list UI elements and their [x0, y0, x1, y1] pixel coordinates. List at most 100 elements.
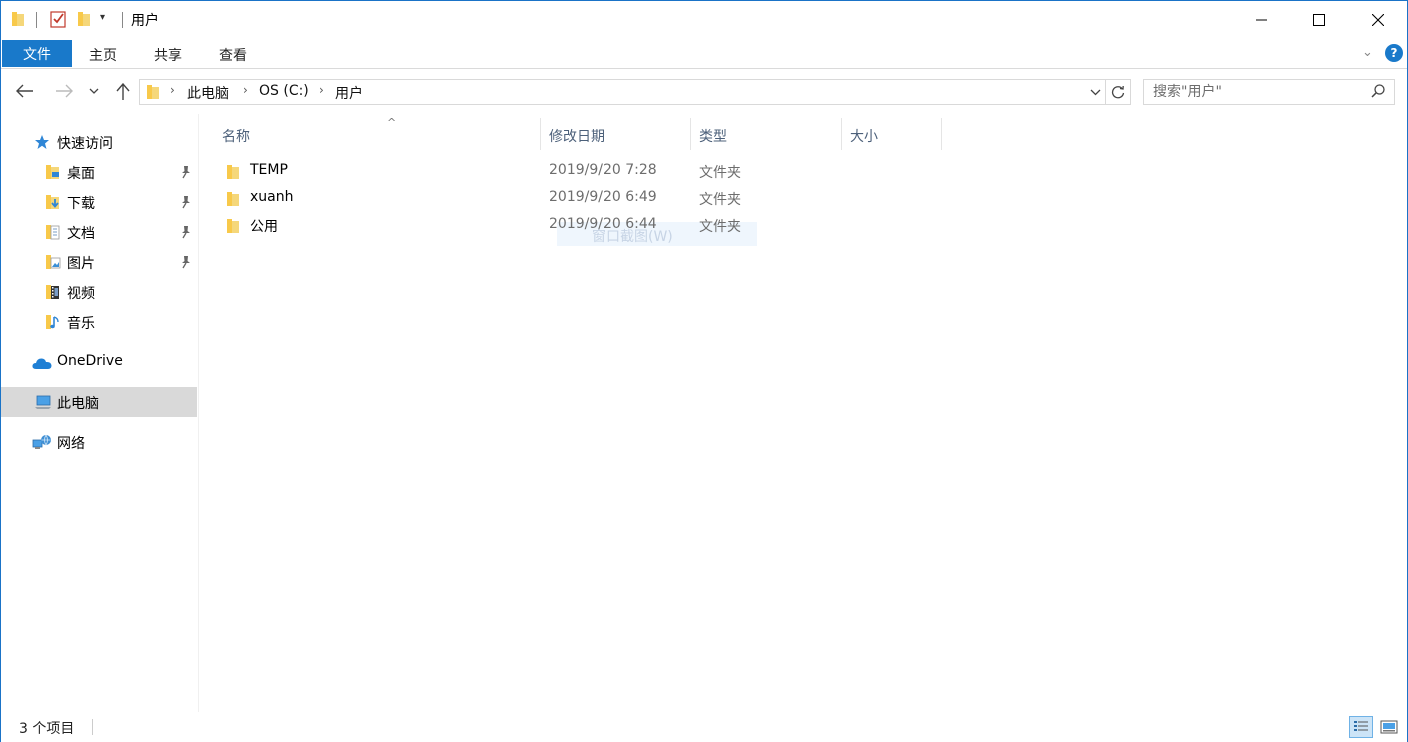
pin-icon[interactable] — [180, 195, 192, 209]
address-bar[interactable]: › 此电脑 › OS (C:) › 用户 — [139, 79, 1106, 105]
folder-icon — [227, 219, 239, 233]
help-icon[interactable]: ? — [1385, 44, 1403, 62]
search-input[interactable] — [1144, 80, 1364, 104]
sidebar-item-label: 此电脑 — [57, 396, 99, 412]
minimize-icon — [1256, 19, 1267, 21]
column-header-label: 大小 — [850, 129, 878, 145]
quick-access-separator — [36, 12, 37, 28]
maximize-button[interactable] — [1296, 1, 1342, 39]
tab-share[interactable]: 共享 — [154, 45, 182, 65]
sidebar-item-videos[interactable]: 视频 — [1, 277, 197, 307]
sidebar-item-documents[interactable]: 文档 — [1, 217, 197, 247]
file-name: 公用 — [250, 219, 278, 235]
close-button[interactable] — [1355, 1, 1401, 39]
sidebar-item-label: 文档 — [67, 226, 95, 242]
network-icon — [32, 434, 51, 449]
table-row[interactable]: 公用 2019/9/20 6:44 文件夹 — [218, 211, 758, 238]
column-header-name[interactable]: ^ 名称 — [214, 116, 541, 150]
breadcrumb-users[interactable]: 用户 — [335, 83, 363, 103]
navigation-bar: › 此电脑 › OS (C:) › 用户 — [1, 70, 1407, 114]
sidebar-item-label: 视频 — [67, 286, 95, 302]
videos-folder-icon — [46, 285, 59, 299]
pin-icon[interactable] — [180, 225, 192, 239]
sidebar-item-quick-access[interactable]: 快速访问 — [1, 127, 197, 157]
folder-icon[interactable] — [11, 11, 25, 27]
search-icon[interactable] — [1370, 83, 1386, 99]
sidebar-item-music[interactable]: 音乐 — [1, 307, 197, 337]
sidebar-item-this-pc[interactable]: 此电脑 — [1, 387, 197, 417]
pictures-folder-icon — [46, 255, 61, 269]
status-bar: 3 个项目 — [1, 712, 1407, 742]
search-box[interactable] — [1143, 79, 1395, 105]
sidebar-item-pictures[interactable]: 图片 — [1, 247, 197, 277]
tab-view[interactable]: 查看 — [219, 45, 247, 65]
file-type: 文件夹 — [699, 165, 741, 181]
file-name: TEMP — [250, 162, 288, 178]
refresh-icon — [1111, 85, 1125, 99]
navigation-pane: 快速访问 桌面 下载 文档 图片 视频 音乐 OneDrive 此电脑 网络 — [1, 114, 199, 712]
details-view-button[interactable] — [1349, 716, 1373, 738]
sidebar-item-onedrive[interactable]: OneDrive — [1, 347, 197, 377]
forward-arrow-icon[interactable] — [55, 84, 73, 98]
folder-icon — [227, 192, 239, 206]
breadcrumb-this-pc[interactable]: 此电脑 — [187, 83, 229, 103]
table-row[interactable]: TEMP 2019/9/20 7:28 文件夹 — [218, 157, 758, 184]
file-type: 文件夹 — [699, 192, 741, 208]
window-title: 用户 — [131, 13, 159, 29]
file-name: xuanh — [250, 189, 294, 205]
table-row[interactable]: xuanh 2019/9/20 6:49 文件夹 — [218, 184, 758, 211]
customize-quick-access-icon[interactable]: ▾ — [100, 12, 105, 23]
sidebar-item-label: 音乐 — [67, 316, 95, 332]
address-dropdown-chevron-icon[interactable] — [1090, 89, 1101, 96]
file-date: 2019/9/20 6:44 — [549, 216, 657, 232]
expand-ribbon-chevron-icon[interactable]: ⌄ — [1362, 45, 1373, 60]
details-view-icon — [1354, 721, 1368, 731]
refresh-button[interactable] — [1106, 79, 1131, 105]
properties-check-icon[interactable] — [50, 10, 67, 28]
new-folder-icon[interactable] — [77, 11, 91, 27]
column-header-size[interactable]: 大小 — [842, 118, 942, 150]
documents-folder-icon — [46, 225, 60, 240]
sidebar-item-label: 快速访问 — [57, 136, 113, 152]
music-folder-icon — [46, 315, 59, 329]
explorer-window: ▾ 用户 文件 主页 共享 查看 ⌄ ? › 此电脑 › OS (C:) › 用… — [0, 0, 1408, 742]
column-header-label: 名称 — [222, 129, 250, 145]
column-header-label: 修改日期 — [549, 129, 605, 145]
ribbon: 文件 主页 共享 查看 ⌄ ? — [1, 39, 1407, 69]
column-header-type[interactable]: 类型 — [691, 118, 842, 150]
large-icons-view-button[interactable] — [1377, 716, 1401, 738]
pin-icon[interactable] — [180, 255, 192, 269]
minimize-button[interactable] — [1239, 1, 1285, 39]
up-arrow-icon[interactable] — [116, 83, 130, 101]
file-list: ^ 名称 修改日期 类型 大小 窗口截图(W) TEMP 2019/9/20 7… — [200, 114, 1407, 712]
recent-locations-chevron-icon[interactable] — [89, 88, 99, 95]
sidebar-item-network[interactable]: 网络 — [1, 427, 197, 457]
file-type: 文件夹 — [699, 219, 741, 235]
sidebar-item-desktop[interactable]: 桌面 — [1, 157, 197, 187]
downloads-folder-icon — [46, 195, 59, 209]
sidebar-item-downloads[interactable]: 下载 — [1, 187, 197, 217]
tab-home[interactable]: 主页 — [89, 45, 117, 65]
item-count: 3 个项目 — [19, 721, 75, 737]
sidebar-item-label: 桌面 — [67, 166, 95, 182]
back-arrow-icon[interactable] — [16, 84, 34, 98]
onedrive-cloud-icon — [32, 358, 52, 369]
breadcrumb-separator-icon[interactable]: › — [170, 83, 175, 97]
sidebar-item-label: 下载 — [67, 196, 95, 212]
pin-icon[interactable] — [180, 165, 192, 179]
star-icon — [35, 135, 49, 149]
computer-icon — [35, 395, 51, 409]
column-header-date[interactable]: 修改日期 — [541, 118, 691, 150]
breadcrumb-os-c[interactable]: OS (C:) — [259, 83, 309, 99]
tab-file[interactable]: 文件 — [2, 40, 72, 67]
column-header-label: 类型 — [699, 129, 727, 145]
breadcrumb-separator-icon[interactable]: › — [243, 83, 248, 97]
file-date: 2019/9/20 7:28 — [549, 162, 657, 178]
close-icon — [1372, 14, 1384, 26]
breadcrumb-separator-icon[interactable]: › — [319, 83, 324, 97]
sidebar-item-label: 网络 — [57, 436, 85, 452]
title-separator — [122, 12, 123, 28]
maximize-icon — [1313, 14, 1325, 26]
sidebar-item-label: OneDrive — [57, 353, 123, 369]
large-icons-view-icon — [1380, 720, 1398, 734]
